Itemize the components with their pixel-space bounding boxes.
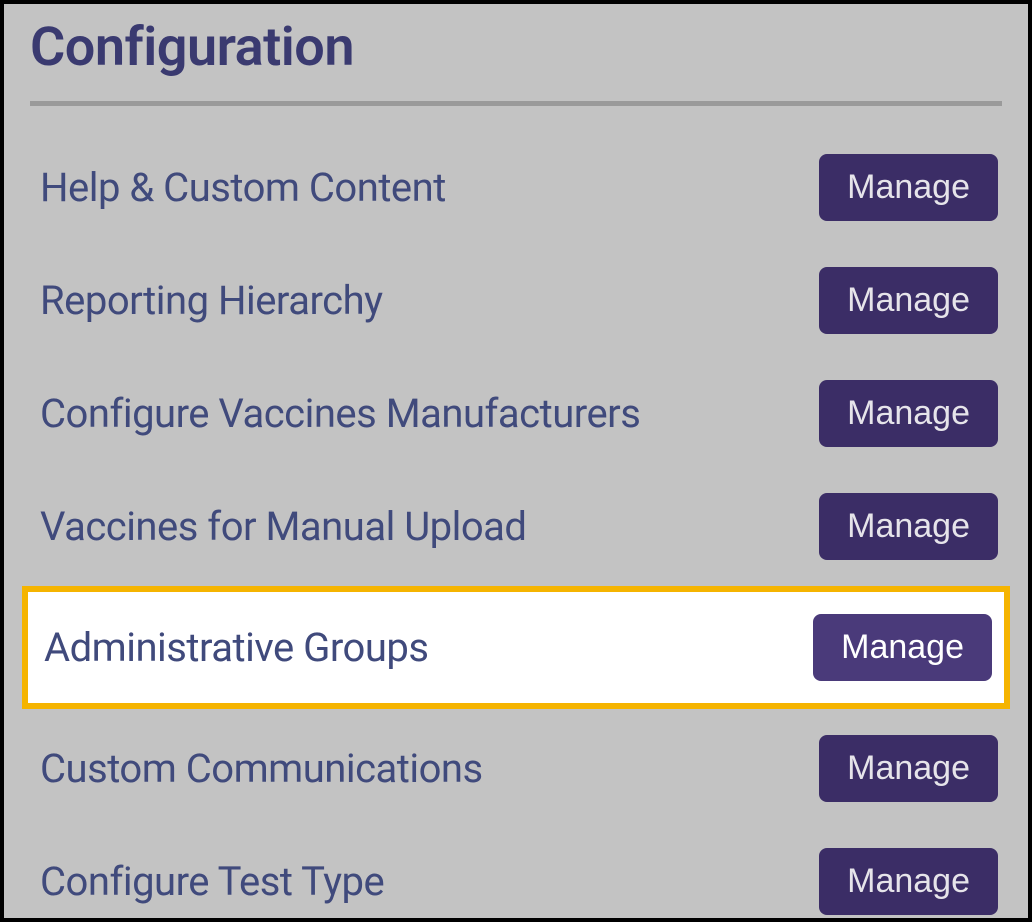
config-row-help-custom-content: Help & Custom Content Manage <box>30 152 1002 223</box>
configuration-panel: Configuration Help & Custom Content Mana… <box>0 0 1032 922</box>
config-label: Vaccines for Manual Upload <box>40 503 526 550</box>
config-label: Reporting Hierarchy <box>40 277 383 324</box>
manage-button-configure-test-type[interactable]: Manage <box>819 848 998 915</box>
config-row-configure-vaccines-manufacturers: Configure Vaccines Manufacturers Manage <box>30 378 1002 449</box>
config-row-vaccines-manual-upload: Vaccines for Manual Upload Manage <box>30 491 1002 562</box>
config-label: Help & Custom Content <box>40 164 446 211</box>
config-label: Configure Vaccines Manufacturers <box>40 390 640 437</box>
manage-button-administrative-groups[interactable]: Manage <box>813 614 992 681</box>
manage-button-reporting-hierarchy[interactable]: Manage <box>819 267 998 334</box>
manage-button-configure-vaccines-manufacturers[interactable]: Manage <box>819 380 998 447</box>
manage-button-help-custom-content[interactable]: Manage <box>819 154 998 221</box>
divider <box>30 101 1002 106</box>
manage-button-custom-communications[interactable]: Manage <box>819 735 998 802</box>
manage-button-vaccines-manual-upload[interactable]: Manage <box>819 493 998 560</box>
config-row-configure-test-type: Configure Test Type Manage <box>30 846 1002 917</box>
config-label: Administrative Groups <box>44 624 428 671</box>
config-row-custom-communications: Custom Communications Manage <box>30 733 1002 804</box>
config-label: Configure Test Type <box>40 858 384 905</box>
config-list: Help & Custom Content Manage Reporting H… <box>30 152 1002 917</box>
config-label: Custom Communications <box>40 745 483 792</box>
page-title: Configuration <box>30 16 1002 79</box>
config-row-reporting-hierarchy: Reporting Hierarchy Manage <box>30 265 1002 336</box>
config-row-administrative-groups: Administrative Groups Manage <box>22 586 1010 709</box>
